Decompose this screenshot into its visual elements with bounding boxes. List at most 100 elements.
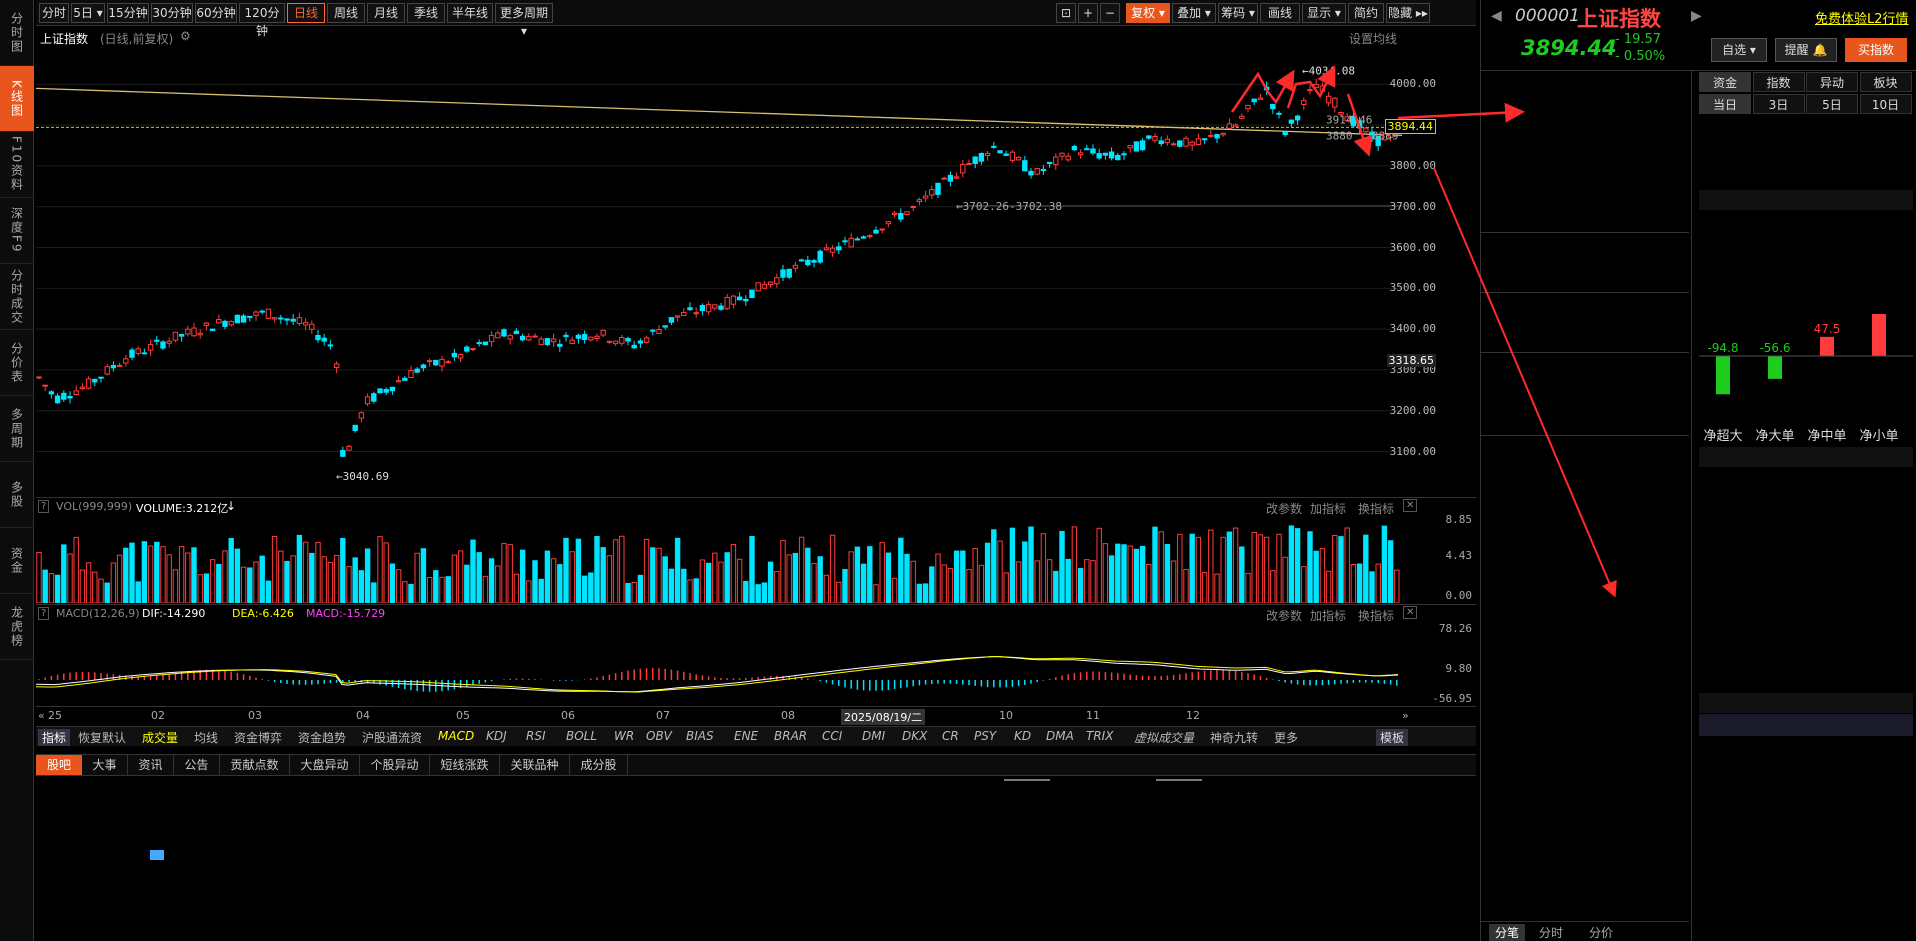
fund-sub-0[interactable]: 当日 — [1699, 94, 1751, 114]
sector-row[interactable] — [1699, 556, 1913, 578]
indicator-tab-0[interactable]: 指标 — [38, 729, 71, 746]
nav-item-6[interactable]: 多周期 — [0, 396, 34, 462]
indicator-tab-13[interactable]: BIAS — [686, 729, 714, 743]
sector-row[interactable] — [1699, 512, 1913, 534]
close-icon[interactable]: ✕ — [1403, 499, 1418, 512]
close-icon[interactable]: ✕ — [1403, 606, 1418, 619]
indicator-tab-7[interactable]: MACD — [438, 729, 474, 743]
ma-settings-button[interactable]: 设置均线 — [1349, 30, 1397, 47]
period-tab-8[interactable]: 月线 — [367, 3, 405, 23]
indicator-tab-12[interactable]: OBV — [646, 729, 672, 743]
news-tab-0[interactable]: 股吧 — [36, 755, 82, 775]
period-tab-4[interactable]: 60分钟 — [195, 3, 237, 23]
indicator-tab-6[interactable]: 沪股通流资 — [362, 729, 422, 746]
nav-item-7[interactable]: 多股 — [0, 462, 34, 528]
bbs-row[interactable] — [36, 801, 1476, 824]
period-tab-5[interactable]: 120分钟 — [239, 3, 285, 38]
nav-item-5[interactable]: 分价表 — [0, 330, 34, 396]
fund-tab-0[interactable]: 资金 — [1699, 72, 1751, 92]
period-tab-3[interactable]: 30分钟 — [151, 3, 193, 23]
nav-item-0[interactable]: 分时图 — [0, 0, 34, 66]
news-tab-8[interactable]: 关联品种 — [500, 755, 570, 775]
candlestick-chart[interactable]: ←4034.08←3040.69←3702.26-3702.383914.463… — [36, 48, 1476, 496]
indicator-tab-1[interactable]: 恢复默认 — [78, 729, 126, 746]
nav-item-2[interactable]: F10资料 — [0, 132, 34, 198]
news-tab-2[interactable]: 资讯 — [128, 755, 174, 775]
indicator-tab-23[interactable]: TRIX — [1086, 729, 1113, 743]
indicator-tab-18[interactable]: DKX — [902, 729, 927, 743]
indicator-tab-11[interactable]: WR — [614, 729, 634, 743]
bbs-row[interactable] — [36, 870, 1476, 893]
indicator-tab-5[interactable]: 资金趋势 — [298, 729, 346, 746]
free-l2-link[interactable]: 免费体验L2行情 — [1815, 8, 1909, 27]
nav-item-1[interactable]: K线图 — [0, 66, 34, 132]
bbs-row[interactable] — [36, 847, 1476, 870]
toolbar-btn-3[interactable]: 画线 — [1260, 3, 1300, 23]
indicator-tab-16[interactable]: CCI — [822, 729, 842, 743]
stock-row[interactable] — [1699, 758, 1913, 780]
period-tab-1[interactable]: 5日 ▾ — [71, 3, 105, 23]
stock-row[interactable] — [1699, 868, 1913, 890]
gear-icon[interactable]: ⚙ — [180, 29, 191, 43]
fund-tab-3[interactable]: 板块 — [1859, 72, 1912, 92]
indicator-tab-17[interactable]: DMI — [862, 729, 885, 743]
indicator-tab-27[interactable]: 模板 — [1376, 729, 1409, 746]
period-tab-10[interactable]: 半年线 — [447, 3, 493, 23]
stock-row[interactable] — [1699, 890, 1913, 912]
news-tab-4[interactable]: 贡献点数 — [220, 755, 290, 775]
period-tab-2[interactable]: 15分钟 — [107, 3, 149, 23]
period-tab-7[interactable]: 周线 — [327, 3, 365, 23]
indicator-tab-19[interactable]: CR — [942, 729, 959, 743]
indicator-tab-26[interactable]: 更多 — [1274, 729, 1298, 746]
fund-tab-2[interactable]: 异动 — [1806, 72, 1858, 92]
scroll-right-icon[interactable]: » — [1402, 709, 1409, 722]
toolbar-btn-2[interactable]: 筹码 ▾ — [1218, 3, 1258, 23]
news-tab-5[interactable]: 大盘异动 — [290, 755, 360, 775]
toolbar-btn-5[interactable]: 简约 — [1348, 3, 1384, 23]
alert-button[interactable]: 提醒 🔔 — [1775, 38, 1837, 62]
nav-item-9[interactable]: 龙虎榜 — [0, 594, 34, 660]
next-icon[interactable]: ▶ — [1691, 8, 1702, 24]
stock-row[interactable] — [1699, 824, 1913, 846]
indicator-tab-3[interactable]: 均线 — [194, 729, 218, 746]
stock-row[interactable] — [1699, 846, 1913, 868]
indicator-tab-2[interactable]: 成交量 — [142, 729, 178, 746]
help-icon[interactable]: ? — [38, 500, 50, 513]
news-tab-3[interactable]: 公告 — [174, 755, 220, 775]
stock-row[interactable] — [1699, 912, 1913, 934]
bbs-row[interactable] — [36, 824, 1476, 847]
indicator-tab-14[interactable]: ENE — [734, 729, 758, 743]
sector-row[interactable] — [1699, 534, 1913, 556]
sector-row[interactable] — [1699, 622, 1913, 644]
nav-item-8[interactable]: 资金 — [0, 528, 34, 594]
indicator-tab-20[interactable]: PSY — [974, 729, 996, 743]
stock-row[interactable] — [1699, 780, 1913, 802]
news-tab-6[interactable]: 个股异动 — [360, 755, 430, 775]
bbs-row[interactable] — [36, 916, 1476, 939]
stock-row[interactable] — [1699, 736, 1913, 758]
sector-row[interactable] — [1699, 578, 1913, 600]
more-posts-button[interactable] — [1004, 779, 1050, 781]
bbs-row[interactable] — [36, 893, 1476, 916]
fund-sub-1[interactable]: 3日 — [1752, 94, 1805, 114]
news-tab-9[interactable]: 成分股 — [570, 755, 628, 775]
watchlist-button[interactable]: 自选 ▾ — [1711, 38, 1767, 62]
news-tab-1[interactable]: 大事 — [82, 755, 128, 775]
sector-row[interactable] — [1699, 490, 1913, 512]
indicator-tab-24[interactable]: 虚拟成交量 — [1134, 729, 1194, 746]
indicator-tab-22[interactable]: DMA — [1046, 729, 1074, 743]
stock-row[interactable] — [1699, 802, 1913, 824]
period-tab-0[interactable]: 分时 — [39, 3, 69, 23]
stock-row[interactable] — [1699, 714, 1913, 736]
indicator-tab-9[interactable]: RSI — [526, 729, 546, 743]
minus-icon[interactable]: − — [1100, 3, 1120, 23]
indicator-tab-25[interactable]: 神奇九转 — [1210, 729, 1258, 746]
fund-tab-1[interactable]: 指数 — [1752, 72, 1805, 92]
period-tab-11[interactable]: 更多周期 ▾ — [495, 3, 553, 38]
prev-icon[interactable]: ◀ — [1491, 8, 1502, 24]
indicator-tab-15[interactable]: BRAR — [774, 729, 807, 743]
indicator-tab-4[interactable]: 资金博弈 — [234, 729, 282, 746]
nav-item-4[interactable]: 分时成交 — [0, 264, 34, 330]
toolbar-btn-1[interactable]: 叠加 ▾ — [1172, 3, 1216, 23]
fund-sub-2[interactable]: 5日 — [1806, 94, 1858, 114]
